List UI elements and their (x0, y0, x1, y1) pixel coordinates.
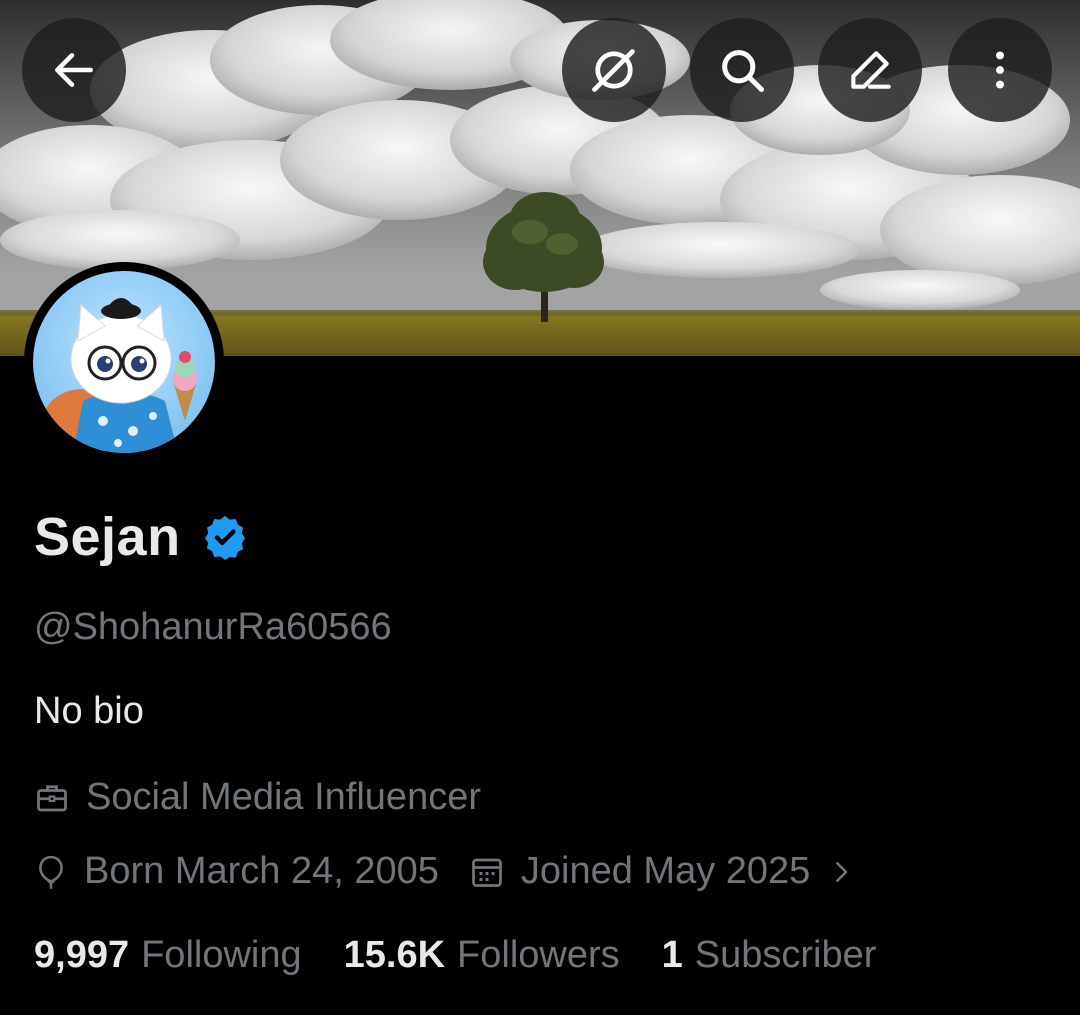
profile-stats: 9,997 Following 15.6K Followers 1 Subscr… (34, 934, 918, 977)
calendar-icon (472, 858, 502, 887)
arrow-left-icon (55, 53, 93, 87)
followers-stat[interactable]: 15.6K Followers (344, 934, 620, 977)
joined-info[interactable]: Joined May 2025 (469, 850, 856, 893)
edit-button[interactable] (818, 18, 922, 122)
grok-icon (592, 49, 635, 92)
subscriber-label: Subscriber (694, 934, 877, 976)
category-text: Social Media Influencer (86, 776, 481, 818)
display-name: Sejan (34, 507, 181, 567)
briefcase-icon (37, 784, 67, 811)
back-button[interactable] (22, 18, 126, 122)
bio: No bio (34, 690, 144, 732)
search-icon (722, 50, 764, 92)
handle: @ShohanurRa60566 (34, 606, 392, 648)
followers-count: 15.6K (343, 934, 446, 976)
profile-meta-category: Social Media Influencer (34, 776, 511, 819)
verified-badge-icon[interactable] (201, 513, 249, 561)
search-button[interactable] (690, 18, 794, 122)
balloon-icon (39, 855, 63, 889)
following-count: 9,997 (34, 934, 130, 976)
followers-label: Followers (457, 934, 620, 976)
chevron-right-icon[interactable] (826, 857, 856, 887)
profile-meta-dates: Born March 24, 2005 Joined May 2025 (34, 850, 886, 893)
grok-button[interactable] (562, 18, 666, 122)
avatar-image (33, 271, 215, 453)
following-stat[interactable]: 9,997 Following (34, 934, 302, 977)
subscriber-stat[interactable]: 1 Subscriber (662, 934, 877, 977)
birthday-text: Born March 24, 2005 (84, 850, 439, 892)
more-button[interactable] (948, 18, 1052, 122)
subscriber-count: 1 (661, 934, 683, 976)
joined-text: Joined May 2025 (520, 850, 811, 892)
edit-icon (851, 51, 891, 89)
more-vertical-icon (996, 51, 1004, 89)
following-label: Following (141, 934, 302, 976)
avatar[interactable] (24, 262, 224, 462)
name-row: Sejan (34, 506, 249, 568)
